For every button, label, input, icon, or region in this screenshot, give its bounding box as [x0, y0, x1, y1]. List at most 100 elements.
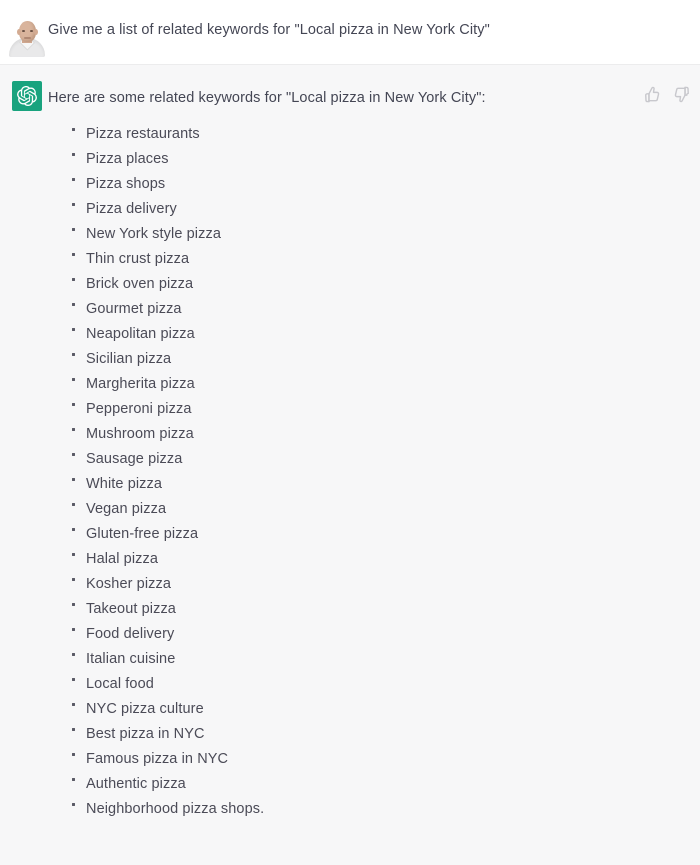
bullet-icon [72, 428, 75, 431]
list-item: Gluten-free pizza [70, 522, 688, 547]
bullet-icon [72, 303, 75, 306]
openai-logo-icon [12, 81, 42, 111]
keyword-text: Pizza restaurants [86, 126, 200, 142]
keyword-text: Gourmet pizza [86, 301, 182, 317]
list-item: Takeout pizza [70, 597, 688, 622]
keyword-text: Pizza places [86, 151, 169, 167]
keyword-text: Brick oven pizza [86, 276, 194, 292]
keyword-text: Vegan pizza [86, 501, 167, 517]
keyword-text: Pizza shops [86, 176, 166, 192]
avatar-ear-right [34, 29, 38, 35]
list-item: Gourmet pizza [70, 297, 688, 322]
keyword-text: Local food [86, 676, 154, 692]
thumbs-up-icon[interactable] [644, 86, 661, 103]
list-item: Kosher pizza [70, 572, 688, 597]
keyword-text: Margherita pizza [86, 376, 195, 392]
keyword-list: Pizza restaurants Pizza places Pizza sho… [48, 122, 688, 822]
user-message-turn: Give me a list of related keywords for "… [0, 0, 700, 65]
bullet-icon [72, 528, 75, 531]
keyword-text: Gluten-free pizza [86, 526, 199, 542]
keyword-text: Kosher pizza [86, 576, 172, 592]
list-item: Food delivery [70, 622, 688, 647]
thumbs-down-icon[interactable] [673, 86, 690, 103]
bullet-icon [72, 603, 75, 606]
list-item: Authentic pizza [70, 772, 688, 797]
list-item: Margherita pizza [70, 372, 688, 397]
keyword-text: Best pizza in NYC [86, 726, 205, 742]
assistant-message-column: Here are some related keywords for "Loca… [48, 81, 700, 822]
bullet-icon [72, 178, 75, 181]
keyword-text: Food delivery [86, 626, 175, 642]
bullet-icon [72, 228, 75, 231]
keyword-text: White pizza [86, 476, 163, 492]
user-message-column: Give me a list of related keywords for "… [48, 13, 700, 40]
list-item: White pizza [70, 472, 688, 497]
assistant-heading-text: Here are some related keywords for "Loca… [48, 90, 486, 106]
bullet-icon [72, 353, 75, 356]
bullet-icon [72, 778, 75, 781]
bullet-icon [72, 453, 75, 456]
list-item: Pizza places [70, 147, 688, 172]
bullet-icon [72, 478, 75, 481]
keyword-text: New York style pizza [86, 226, 221, 242]
user-avatar [7, 13, 47, 57]
list-item: Mushroom pizza [70, 422, 688, 447]
keyword-text: Authentic pizza [86, 776, 186, 792]
list-item: NYC pizza culture [70, 697, 688, 722]
list-item: Vegan pizza [70, 497, 688, 522]
list-item: Italian cuisine [70, 647, 688, 672]
bullet-icon [72, 203, 75, 206]
chat-conversation: Give me a list of related keywords for "… [0, 0, 700, 865]
keyword-text: Halal pizza [86, 551, 159, 567]
bullet-icon [72, 328, 75, 331]
bullet-icon [72, 403, 75, 406]
bullet-icon [72, 803, 75, 806]
keyword-text: Sicilian pizza [86, 351, 172, 367]
keyword-text: Italian cuisine [86, 651, 176, 667]
list-item: Local food [70, 672, 688, 697]
list-item: Neighborhood pizza shops. [70, 797, 688, 822]
avatar-eye-left [22, 30, 25, 32]
bullet-icon [72, 703, 75, 706]
bullet-icon [72, 553, 75, 556]
list-item: Sausage pizza [70, 447, 688, 472]
assistant-message-turn: Here are some related keywords for "Loca… [0, 65, 700, 865]
list-item: Sicilian pizza [70, 347, 688, 372]
list-item: Pizza delivery [70, 197, 688, 222]
bullet-icon [72, 678, 75, 681]
bullet-icon [72, 653, 75, 656]
bullet-icon [72, 578, 75, 581]
bullet-icon [72, 503, 75, 506]
keyword-text: Neighborhood pizza shops. [86, 801, 265, 817]
avatar-mouth [24, 37, 31, 39]
assistant-avatar-column [0, 81, 48, 111]
keyword-text: Neapolitan pizza [86, 326, 195, 342]
keyword-text: Takeout pizza [86, 601, 176, 617]
bullet-icon [72, 728, 75, 731]
keyword-text: Pepperoni pizza [86, 401, 192, 417]
keyword-text: Pizza delivery [86, 201, 177, 217]
bullet-icon [72, 278, 75, 281]
keyword-text: Famous pizza in NYC [86, 751, 229, 767]
keyword-text: Sausage pizza [86, 451, 183, 467]
keyword-text: NYC pizza culture [86, 701, 204, 717]
list-item: Brick oven pizza [70, 272, 688, 297]
list-item: Best pizza in NYC [70, 722, 688, 747]
bullet-icon [72, 628, 75, 631]
keyword-text: Thin crust pizza [86, 251, 190, 267]
list-item: Pizza shops [70, 172, 688, 197]
avatar-eye-right [30, 30, 33, 32]
user-message-text: Give me a list of related keywords for "… [48, 22, 490, 38]
list-item: Famous pizza in NYC [70, 747, 688, 772]
list-item: Pepperoni pizza [70, 397, 688, 422]
list-item: New York style pizza [70, 222, 688, 247]
list-item: Pizza restaurants [70, 122, 688, 147]
bullet-icon [72, 378, 75, 381]
bullet-icon [72, 153, 75, 156]
message-feedback-actions [644, 86, 690, 103]
bullet-icon [72, 753, 75, 756]
avatar-ear-left [17, 29, 21, 35]
keyword-text: Mushroom pizza [86, 426, 194, 442]
bullet-icon [72, 128, 75, 131]
user-avatar-column [0, 13, 48, 57]
